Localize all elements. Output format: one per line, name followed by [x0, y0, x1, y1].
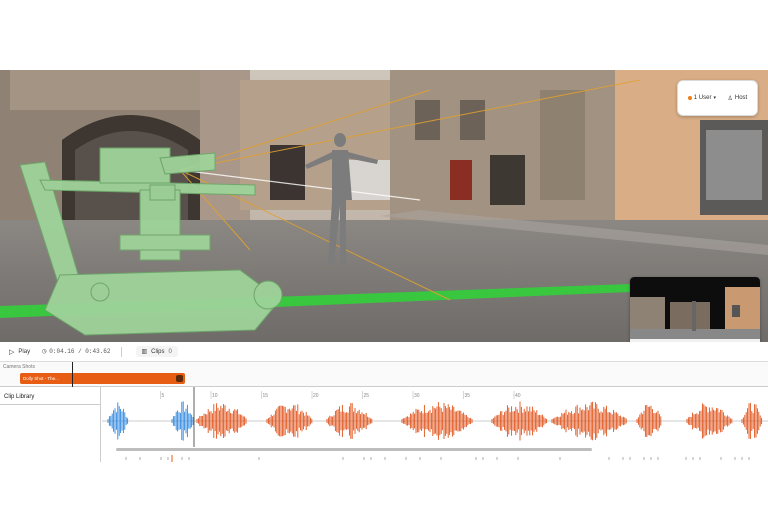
clips-button[interactable]: ▥ Clips 0	[135, 346, 178, 357]
camera-preview-image	[630, 277, 760, 339]
ruler-tick-label: 5	[162, 393, 165, 399]
timeline-scrollbar[interactable]	[116, 448, 592, 451]
ruler-tick-label: 25	[364, 393, 370, 399]
ruler-tick-label: 20	[313, 393, 319, 399]
ruler-tick-label: 10	[212, 393, 218, 399]
users-label: 1 User	[693, 95, 712, 101]
play-icon: ▷	[9, 348, 15, 356]
clips-icon: ▥	[141, 349, 148, 355]
play-label: Play	[18, 348, 31, 355]
timecode-value: 0:04.16 / 0:43.62	[49, 348, 111, 355]
clips-count: 0	[168, 348, 172, 355]
shot-clip-label: Dolly Shot - The...	[23, 376, 59, 381]
app-frame: 1 User ▾ ♙ Host × ▷ Play ◷	[0, 70, 768, 462]
camera-shots-label: Camera Shots	[3, 364, 35, 370]
clip-library-title: Clip Library	[0, 387, 100, 405]
clip-library-panel: Clip Library 5 10 15 20 25 30 35 40	[0, 387, 768, 462]
chevron-down-icon: ▾	[713, 95, 716, 101]
users-icon	[687, 96, 692, 100]
shot-clip[interactable]: Dolly Shot - The...	[20, 373, 185, 384]
clock-icon: ◷	[42, 348, 47, 356]
shot-clip-handle[interactable]	[176, 375, 183, 382]
ruler-tick-label: 30	[414, 393, 420, 399]
user-count[interactable]: 1 User ▾	[687, 95, 716, 101]
host-icon: ♙	[727, 95, 733, 102]
audio-waveform[interactable]: 5 10 15 20 25 30 35 40	[102, 387, 768, 462]
host-label: Host	[734, 95, 748, 101]
playhead[interactable]	[72, 362, 73, 387]
play-button[interactable]: ▷ Play	[9, 348, 30, 356]
presence-panel: 1 User ▾ ♙ Host	[677, 80, 758, 116]
divider	[120, 346, 122, 357]
camera-shots-track: Camera Shots Dolly Shot - The...	[0, 362, 768, 387]
ruler-tick-label: 35	[465, 393, 471, 399]
clips-label: Clips	[151, 348, 165, 355]
transport-bar: ▷ Play ◷ 0:04.16 / 0:43.62 ▥ Clips 0	[0, 342, 768, 362]
host-indicator[interactable]: ♙ Host	[727, 95, 747, 102]
ruler-tick-label: 15	[263, 393, 269, 399]
camera-preview[interactable]: ×	[630, 277, 760, 351]
timecode: ◷ 0:04.16 / 0:43.62	[42, 347, 110, 356]
clip-library-sidebar: Clip Library	[0, 387, 101, 462]
ruler-tick-label: 40	[515, 393, 521, 399]
